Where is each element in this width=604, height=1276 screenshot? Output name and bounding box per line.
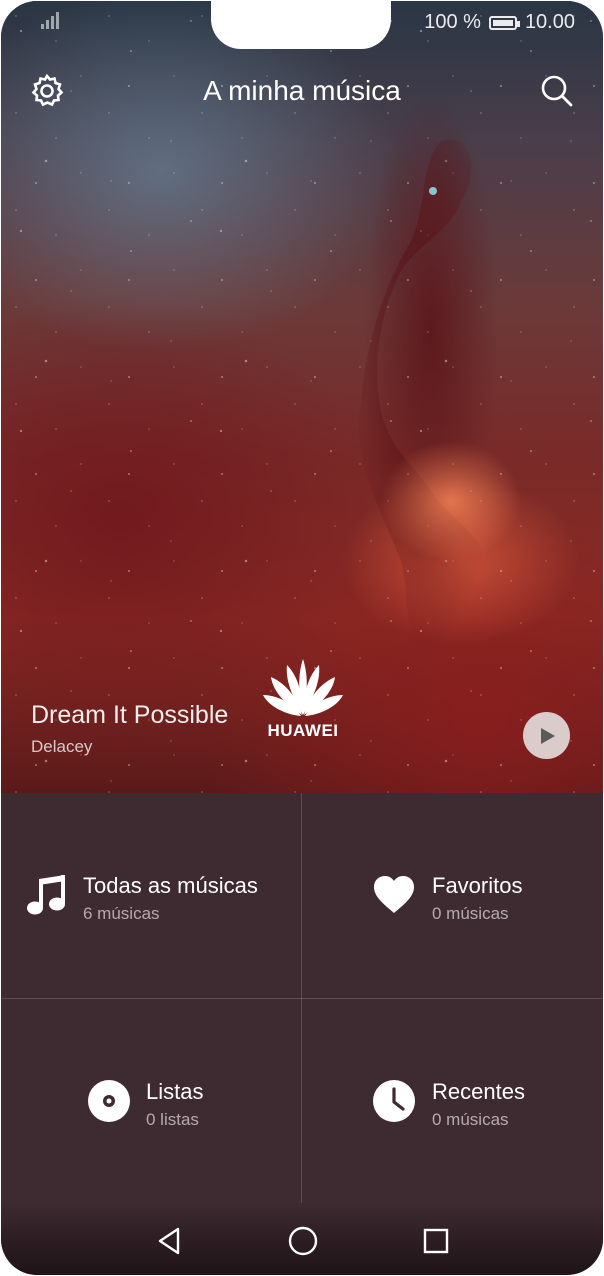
- battery-icon: [488, 15, 520, 30]
- music-note-icon: [25, 873, 69, 917]
- huawei-logo: HUAWEI: [259, 657, 347, 741]
- recents-square-icon: [423, 1228, 449, 1254]
- now-playing-artist: Delacey: [31, 737, 93, 756]
- huawei-petals-icon: [263, 659, 343, 716]
- play-button[interactable]: [523, 712, 570, 759]
- system-nav-bar: [1, 1203, 603, 1275]
- search-button[interactable]: [537, 71, 577, 111]
- category-playlists[interactable]: Listas 0 listas: [1, 999, 301, 1204]
- logo-text: HUAWEI: [267, 721, 339, 740]
- status-right: 100 % 10.00: [424, 11, 575, 34]
- category-label: Recentes: [432, 1079, 525, 1104]
- category-count: 6 músicas: [83, 904, 160, 923]
- clock-icon: [372, 1079, 416, 1123]
- heart-icon: [372, 873, 416, 917]
- category-recent[interactable]: Recentes 0 músicas: [302, 999, 602, 1204]
- phone-screen: 100 % 10.00 A minha música Dream It Poss…: [1, 1, 603, 1275]
- camera-notch: [211, 1, 391, 49]
- category-label: Favoritos: [432, 873, 523, 898]
- clock-time: 10.00: [524, 11, 575, 33]
- play-icon: [540, 727, 555, 744]
- recents-button[interactable]: [416, 1223, 456, 1259]
- nebula-pillar: [359, 139, 521, 651]
- signal-icon: [41, 11, 63, 35]
- search-icon: [541, 75, 573, 107]
- category-count: 0 listas: [146, 1110, 199, 1129]
- category-favorites[interactable]: Favoritos 0 músicas: [302, 793, 602, 998]
- back-triangle-icon: [158, 1227, 180, 1255]
- home-button[interactable]: [283, 1223, 323, 1259]
- disc-icon: [87, 1079, 131, 1123]
- category-grid: Todas as músicas 6 músicas Favoritos 0 m…: [1, 793, 603, 1203]
- back-button[interactable]: [149, 1223, 189, 1259]
- category-all-songs[interactable]: Todas as músicas 6 músicas: [1, 793, 301, 998]
- home-circle-icon: [288, 1226, 318, 1256]
- category-label: Todas as músicas: [83, 873, 258, 898]
- category-count: 0 músicas: [432, 904, 509, 923]
- category-count: 0 músicas: [432, 1110, 509, 1129]
- battery-percent: 100 %: [424, 11, 481, 33]
- page-title: A minha música: [203, 75, 401, 106]
- now-playing-title[interactable]: Dream It Possible: [31, 701, 228, 730]
- category-label: Listas: [146, 1079, 204, 1104]
